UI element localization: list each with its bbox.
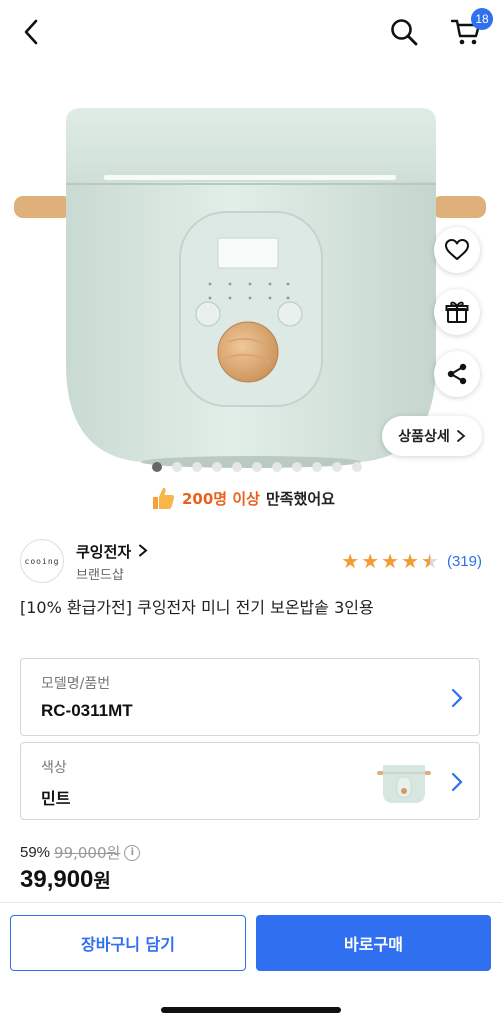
product-detail-button[interactable]: 상품상세 xyxy=(382,416,482,456)
share-button[interactable] xyxy=(434,351,480,397)
carousel-dot[interactable] xyxy=(352,462,362,472)
carousel-dot[interactable] xyxy=(252,462,262,472)
review-count[interactable]: (319) xyxy=(447,553,482,570)
color-option-value: 민트 xyxy=(41,789,71,808)
carousel-dot[interactable] xyxy=(332,462,342,472)
brand-name-link[interactable]: 쿠잉전자 xyxy=(76,541,148,562)
gift-icon xyxy=(445,301,469,323)
wishlist-button[interactable] xyxy=(434,227,480,273)
back-button[interactable] xyxy=(14,14,48,50)
carousel-dot[interactable] xyxy=(312,462,322,472)
model-option-value: RC-0311MT xyxy=(41,701,133,720)
currency-unit: 원 xyxy=(93,870,111,892)
brand-name: 쿠잉전자 xyxy=(76,543,132,561)
carousel-dot[interactable] xyxy=(232,462,242,472)
discount-row: 59% 99,000원 i xyxy=(20,842,141,863)
info-icon[interactable]: i xyxy=(124,844,141,861)
color-option-label: 색상 xyxy=(41,760,67,776)
brand-logo[interactable]: cooing xyxy=(20,539,64,583)
star-icon: ★ xyxy=(361,549,380,573)
star-icon: ★ xyxy=(341,549,360,573)
star-icon: ★ xyxy=(381,549,400,573)
product-image-carousel[interactable]: 상품상세 200명 이상 만족했어요 xyxy=(0,64,502,514)
brand-row: cooing 쿠잉전자 브랜드샵 ★ ★ ★ ★ ★ (319) xyxy=(20,539,482,585)
gift-button[interactable] xyxy=(434,289,480,335)
carousel-dot[interactable] xyxy=(272,462,282,472)
chevron-right-icon xyxy=(447,769,467,795)
brand-shop-label: 브랜드샵 xyxy=(76,568,124,583)
star-icon: ★ xyxy=(401,549,420,573)
buy-now-button[interactable]: 바로구매 xyxy=(256,915,491,971)
satisfaction-count: 200명 이상 xyxy=(182,489,260,508)
search-icon xyxy=(391,19,418,46)
share-icon xyxy=(447,363,467,385)
half-star-icon: ★ xyxy=(421,549,439,573)
sale-price: 39,900원 xyxy=(20,866,111,894)
home-indicator xyxy=(161,1007,341,1013)
heart-icon xyxy=(445,239,469,260)
product-title: [10% 환급가전] 쿠잉전자 미니 전기 보온밥솥 3인용 xyxy=(20,598,374,617)
sale-price-amount: 39,900 xyxy=(20,866,94,893)
carousel-dot[interactable] xyxy=(292,462,302,472)
rating[interactable]: ★ ★ ★ ★ ★ (319) xyxy=(341,551,482,571)
carousel-dot[interactable] xyxy=(152,462,162,472)
chevron-right-icon xyxy=(139,544,148,557)
discount-rate: 59% xyxy=(20,844,51,861)
chevron-right-icon xyxy=(447,685,467,711)
model-option-selector[interactable]: 모델명/품번 RC-0311MT xyxy=(20,658,480,736)
carousel-indicator xyxy=(152,462,362,472)
search-button[interactable] xyxy=(386,14,422,50)
product-detail-label: 상품상세 xyxy=(398,429,450,445)
carousel-dot[interactable] xyxy=(212,462,222,472)
chevron-right-icon xyxy=(456,430,466,442)
cart-count-badge: 18 xyxy=(471,8,493,30)
chevron-left-icon xyxy=(24,19,38,45)
add-to-cart-button[interactable]: 장바구니 담기 xyxy=(10,915,246,971)
color-option-selector[interactable]: 색상 민트 xyxy=(20,742,480,820)
bottom-action-bar: 장바구니 담기 바로구매 xyxy=(0,902,502,1024)
satisfaction-text: 만족했어요 xyxy=(265,489,335,508)
top-nav-bar: 18 xyxy=(0,0,502,64)
thumbs-up-icon xyxy=(153,487,175,509)
model-option-label: 모델명/품번 xyxy=(41,676,111,692)
carousel-dot[interactable] xyxy=(172,462,182,472)
color-thumbnail xyxy=(377,765,431,803)
satisfaction-banner: 200명 이상 만족했어요 xyxy=(150,482,335,514)
carousel-dot[interactable] xyxy=(192,462,202,472)
original-price: 99,000원 xyxy=(54,844,121,862)
